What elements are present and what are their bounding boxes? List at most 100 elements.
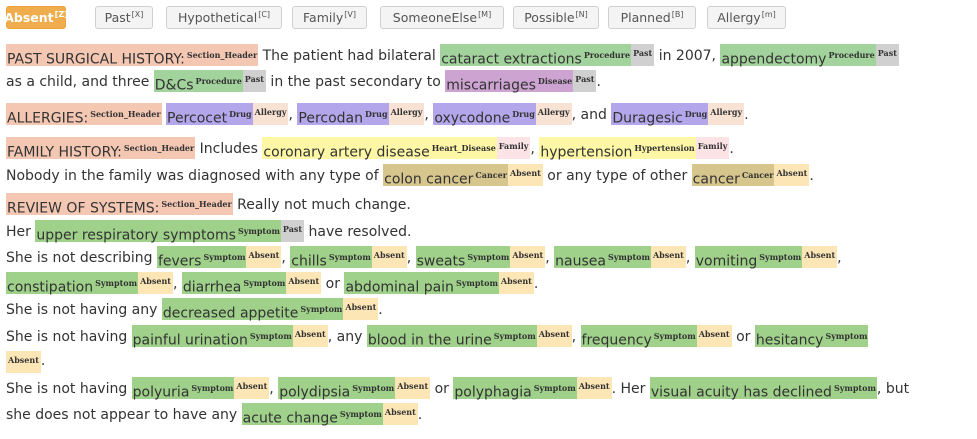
- plain-text: Her: [6, 224, 36, 240]
- entity-label: Heart_Disease: [431, 143, 496, 153]
- entity-symptom[interactable]: vomiting Symptom: [694, 246, 803, 270]
- entity-label: Disease: [537, 76, 573, 86]
- assertion-tag-absent[interactable]: Absent: [6, 351, 41, 373]
- assertion-tag-absent[interactable]: Absent: [382, 403, 418, 425]
- plain-text: Includes: [195, 141, 263, 157]
- entity-symptom[interactable]: fevers Symptom: [156, 246, 247, 270]
- entity-procedure[interactable]: cataract extractions Procedure: [440, 44, 632, 68]
- assertion-tag-absent[interactable]: Absent: [292, 325, 328, 347]
- entity-symptom[interactable]: painful urination Symptom: [131, 325, 293, 349]
- entity-heart-disease[interactable]: coronary artery disease Heart_Disease: [262, 137, 497, 161]
- entity-procedure[interactable]: D&Cs Procedure: [153, 70, 243, 94]
- assertion-tag-absent[interactable]: Absent: [576, 377, 612, 399]
- filter-button-planned[interactable]: Planned [B]: [608, 6, 696, 29]
- entity-symptom[interactable]: hesitancy Symptom: [754, 325, 869, 349]
- assertion-tag-past[interactable]: Past: [875, 44, 899, 66]
- entity-symptom[interactable]: diarrhea Symptom: [181, 272, 287, 296]
- entity-symptom[interactable]: polydipsia Symptom: [278, 377, 396, 401]
- filter-button-past[interactable]: Past [X]: [95, 6, 153, 29]
- assertion-tag-allergy[interactable]: Allergy: [252, 103, 289, 125]
- plain-text: She is not having: [6, 329, 132, 345]
- entity-symptom[interactable]: polyphagia Symptom: [453, 377, 577, 401]
- assertion-tag-absent[interactable]: Absent: [536, 325, 572, 347]
- entity-symptom[interactable]: visual acuity has declined Symptom: [649, 377, 877, 401]
- entity-cancer[interactable]: colon cancer Cancer: [383, 164, 508, 188]
- assertion-tag-family[interactable]: Family: [695, 137, 730, 159]
- entity-text: Duragesic: [612, 110, 683, 127]
- entity-hypertension[interactable]: hypertension Hypertension: [539, 137, 696, 161]
- assertion-tag-past[interactable]: Past: [242, 70, 266, 92]
- entity-procedure[interactable]: appendectomy Procedure: [720, 44, 876, 68]
- assertion-tag-absent[interactable]: Absent: [234, 377, 270, 399]
- entity-text: oxycodone: [434, 110, 511, 127]
- assertion-tag-past[interactable]: Past: [573, 70, 597, 92]
- entity-symptom[interactable]: sweats Symptom: [415, 246, 511, 270]
- entity-symptom[interactable]: blood in the urine Symptom: [366, 325, 537, 349]
- assertion-tag-absent[interactable]: Absent: [510, 246, 546, 268]
- entity-text: diarrhea: [182, 279, 242, 296]
- entity-section-header[interactable]: PAST SURGICAL HISTORY: Section_Header: [6, 44, 259, 68]
- filter-button-possible[interactable]: Possible [N]: [513, 6, 599, 29]
- plain-text: or any type of other: [542, 168, 692, 184]
- entity-label: Symptom: [467, 252, 510, 262]
- filter-shortcut-key: [N]: [575, 10, 588, 19]
- entity-symptom[interactable]: acute change Symptom: [241, 403, 383, 427]
- entity-symptom[interactable]: upper respiratory symptoms Symptom: [35, 220, 281, 244]
- entity-text: coronary artery disease: [263, 144, 430, 161]
- entity-label: Section_Header: [186, 50, 258, 60]
- entity-section-header[interactable]: FAMILY HISTORY: Section_Header: [6, 137, 196, 161]
- plain-text: she does not appear to have any: [6, 407, 242, 423]
- entity-section-header[interactable]: REVIEW OF SYSTEMS: Section_Header: [6, 193, 233, 217]
- plain-text: ,: [424, 107, 434, 123]
- filter-label: SomeoneElse: [392, 10, 478, 25]
- filter-button-someoneelse[interactable]: SomeoneElse [M]: [380, 6, 504, 29]
- plain-text: , any: [327, 329, 367, 345]
- entity-symptom[interactable]: decreased appetite Symptom: [161, 298, 344, 322]
- assertion-tag-allergy[interactable]: Allergy: [535, 103, 572, 125]
- assertion-tag-past[interactable]: Past: [280, 220, 305, 242]
- assertion-tag-absent[interactable]: Absent: [395, 377, 431, 399]
- entity-drug[interactable]: Percodan Drug: [297, 103, 389, 127]
- assertion-tag-allergy[interactable]: Allergy: [708, 103, 745, 125]
- entity-symptom[interactable]: abdominal pain Symptom: [344, 272, 499, 296]
- assertion-tag-absent[interactable]: Absent: [246, 246, 282, 268]
- entity-disease[interactable]: miscarriages Disease: [445, 70, 574, 94]
- entity-label: Symptom: [243, 278, 286, 288]
- filter-shortcut-key: [m]: [761, 10, 776, 19]
- plain-text: Nobody in the family was diagnosed with …: [6, 168, 384, 184]
- assertion-tag-family[interactable]: Family: [496, 137, 531, 159]
- entity-symptom[interactable]: nausea Symptom: [554, 246, 651, 270]
- filter-label: Planned: [620, 10, 671, 25]
- assertion-tag-absent[interactable]: Absent: [650, 246, 686, 268]
- assertion-tag-absent[interactable]: Absent: [498, 272, 534, 294]
- entity-text: polyuria: [132, 384, 190, 401]
- plain-text: .: [40, 353, 46, 369]
- entity-symptom[interactable]: constipation Symptom: [6, 272, 139, 296]
- entity-drug[interactable]: Duragesic Drug: [611, 103, 709, 127]
- assertion-tag-absent[interactable]: Absent: [138, 272, 173, 294]
- plain-text: She is not having: [6, 381, 132, 397]
- assertion-tag-allergy[interactable]: Allergy: [388, 103, 425, 125]
- entity-label: Drug: [365, 109, 388, 119]
- filter-button-allergy[interactable]: Allergy [m]: [707, 6, 786, 29]
- assertion-tag-absent[interactable]: Absent: [774, 164, 810, 186]
- filter-button-absent[interactable]: Absent [Z]: [4, 6, 68, 29]
- assertion-tag-absent[interactable]: Absent: [802, 246, 838, 268]
- assertion-tag-absent[interactable]: Absent: [286, 272, 322, 294]
- entity-drug[interactable]: oxycodone Drug: [433, 103, 536, 127]
- assertion-tag-absent[interactable]: Absent: [343, 298, 379, 320]
- assertion-tag-past[interactable]: Past: [631, 44, 655, 66]
- entity-symptom[interactable]: polyuria Symptom: [131, 377, 235, 401]
- plain-text: , but: [876, 381, 910, 397]
- filter-button-family[interactable]: Family [V]: [292, 6, 367, 29]
- filter-button-hypothetical[interactable]: Hypothetical [C]: [166, 6, 282, 29]
- entity-label: Symptom: [249, 331, 292, 341]
- entity-drug[interactable]: Percocet Drug: [166, 103, 253, 127]
- entity-cancer[interactable]: cancer Cancer: [691, 164, 775, 188]
- assertion-tag-absent[interactable]: Absent: [507, 164, 543, 186]
- entity-symptom[interactable]: chills Symptom: [290, 246, 372, 270]
- assertion-tag-absent[interactable]: Absent: [371, 246, 407, 268]
- assertion-tag-absent[interactable]: Absent: [696, 325, 732, 347]
- entity-section-header[interactable]: ALLERGIES: Section_Header: [6, 103, 162, 127]
- entity-symptom[interactable]: frequency Symptom: [580, 325, 697, 349]
